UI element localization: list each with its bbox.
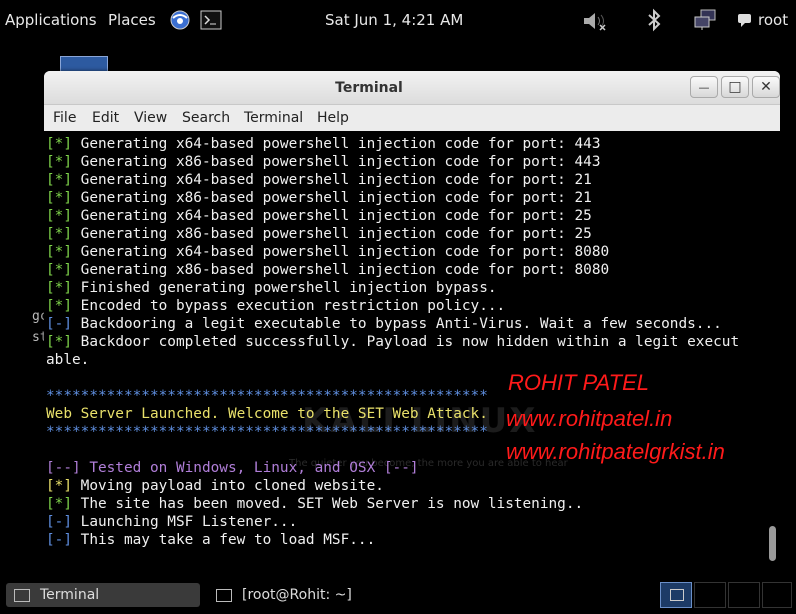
scrollbar-thumb[interactable] <box>769 526 776 561</box>
terminal-lines: [*] Generating x64-based powershell inje… <box>46 135 739 549</box>
terminal-line-text: Generating x86-based powershell injectio… <box>72 154 601 170</box>
minimize-button[interactable]: — <box>690 76 718 98</box>
places-menu[interactable]: Places <box>108 11 156 29</box>
terminal-line: [*] Generating x64-based powershell inje… <box>46 207 739 225</box>
status-tag: [*] <box>46 154 72 170</box>
terminal-line-text: able. <box>46 352 90 368</box>
terminal-line-text: Generating x64-based powershell injectio… <box>72 208 592 224</box>
menu-bar: File Edit View Search Terminal Help <box>44 105 780 131</box>
status-tag: [*] <box>46 190 72 206</box>
terminal-line-text: Finished generating powershell injection… <box>72 280 497 296</box>
workspace-2[interactable] <box>694 582 726 608</box>
terminal-line-text: The site has been moved. SET Web Server … <box>72 496 584 512</box>
minimize-icon: — <box>698 80 710 94</box>
author-site-2: www.rohitpatelgrkist.in <box>506 439 725 464</box>
taskbar-item-label: Terminal <box>40 587 100 603</box>
status-tag: [*] <box>46 226 72 242</box>
user-chat-icon <box>737 12 753 28</box>
status-tag: [*] <box>46 280 72 296</box>
terminal-output[interactable]: KALI LINUX The quieter you become, the m… <box>44 131 780 566</box>
menu-view[interactable]: View <box>134 110 167 126</box>
terminal-line-text: This may take a few to load MSF... <box>72 532 376 548</box>
status-tag: [-] <box>46 316 72 332</box>
terminal-line: [*] Generating x86-based powershell inje… <box>46 153 739 171</box>
menu-terminal[interactable]: Terminal <box>244 110 303 126</box>
window-title: Terminal <box>335 80 403 96</box>
terminal-line: [*] Encoded to bypass execution restrict… <box>46 297 739 315</box>
terminal-line-text: Generating x64-based powershell injectio… <box>72 244 610 260</box>
terminal-line-text: Backdooring a legit executable to bypass… <box>72 316 722 332</box>
status-tag: [*] <box>46 172 72 188</box>
terminal-line-text: Generating x86-based powershell injectio… <box>72 190 592 206</box>
top-panel: Applications Places Sat Jun 1, 4:21 AM r… <box>0 0 796 42</box>
taskbar-item-root-shell[interactable]: [root@Rohit: ~] <box>208 583 428 607</box>
taskbar: Terminal [root@Rohit: ~] <box>0 575 796 614</box>
terminal-line: [-] This may take a few to load MSF... <box>46 531 739 549</box>
applications-menu[interactable]: Applications <box>5 11 97 29</box>
status-tag: [*] <box>46 208 72 224</box>
status-tag: [*] <box>46 136 72 152</box>
terminal-icon <box>14 588 30 602</box>
terminal-line: [*] Backdoor completed successfully. Pay… <box>46 333 739 351</box>
workspace-3[interactable] <box>728 582 760 608</box>
status-tag: [-] <box>46 532 72 548</box>
menu-search[interactable]: Search <box>182 110 230 126</box>
terminal-line: [*] Moving payload into cloned website. <box>46 477 739 495</box>
menu-file[interactable]: File <box>53 110 76 126</box>
title-bar[interactable]: Terminal — □ ✕ <box>44 71 780 105</box>
status-tag: [*] <box>46 244 72 260</box>
terminal-line-text: Generating x86-based powershell injectio… <box>72 262 610 278</box>
status-tag: [*] <box>46 496 72 512</box>
terminal-line: able. <box>46 351 739 369</box>
status-tag: [*] <box>46 298 72 314</box>
author-name: ROHIT PATEL <box>508 370 649 395</box>
status-tag: [*] <box>46 334 72 350</box>
terminal-line: [-] Launching MSF Listener... <box>46 513 739 531</box>
terminal-line-text: Encoded to bypass execution restriction … <box>72 298 506 314</box>
taskbar-item-label: [root@Rohit: ~] <box>242 587 352 603</box>
browser-icon[interactable] <box>169 9 191 31</box>
terminal-launcher-icon[interactable] <box>200 10 222 30</box>
terminal-line: [*] Generating x64-based powershell inje… <box>46 243 739 261</box>
close-icon: ✕ <box>760 79 772 95</box>
workspace-1[interactable] <box>660 582 692 608</box>
user-menu[interactable]: root <box>758 11 788 29</box>
menu-help[interactable]: Help <box>317 110 349 126</box>
status-tag: [*] <box>46 478 72 494</box>
menu-edit[interactable]: Edit <box>92 110 119 126</box>
terminal-line-text: ****************************************… <box>46 388 488 404</box>
terminal-line: [*] Generating x64-based powershell inje… <box>46 171 739 189</box>
terminal-line-text: Generating x64-based powershell injectio… <box>72 136 601 152</box>
terminal-line-text: Generating x64-based powershell injectio… <box>72 172 592 188</box>
clock[interactable]: Sat Jun 1, 4:21 AM <box>325 11 463 29</box>
taskbar-item-terminal[interactable]: Terminal <box>6 583 200 607</box>
terminal-line-text: ****************************************… <box>46 424 488 440</box>
terminal-line: [*] Generating x86-based powershell inje… <box>46 225 739 243</box>
maximize-button[interactable]: □ <box>721 76 749 98</box>
terminal-line-text: Backdoor completed successfully. Payload… <box>72 334 740 350</box>
status-tag: [-] <box>46 514 72 530</box>
terminal-line: [*] Generating x86-based powershell inje… <box>46 189 739 207</box>
volume-muted-icon[interactable] <box>582 10 608 32</box>
terminal-line: [*] Generating x64-based powershell inje… <box>46 135 739 153</box>
maximize-icon: □ <box>728 79 742 95</box>
terminal-line: [*] Generating x86-based powershell inje… <box>46 261 739 279</box>
terminal-line-text: [--] Tested on Windows, Linux, and OSX [… <box>46 460 419 476</box>
terminal-line: [-] Backdooring a legit executable to by… <box>46 315 739 333</box>
terminal-window: Terminal — □ ✕ File Edit View Search Ter… <box>44 71 780 566</box>
terminal-line-text: Generating x86-based powershell injectio… <box>72 226 592 242</box>
terminal-icon <box>216 588 232 602</box>
workspace-4[interactable] <box>762 582 792 608</box>
status-tag: [*] <box>46 262 72 278</box>
network-icon[interactable] <box>693 9 719 31</box>
terminal-icon <box>670 589 684 601</box>
terminal-line: [*] Finished generating powershell injec… <box>46 279 739 297</box>
terminal-line-text: Web Server Launched. Welcome to the SET … <box>46 406 488 422</box>
author-site-1: www.rohitpatel.in <box>506 406 673 431</box>
close-button[interactable]: ✕ <box>752 76 780 98</box>
terminal-line-text: Moving payload into cloned website. <box>72 478 384 494</box>
terminal-line-text: Launching MSF Listener... <box>72 514 298 530</box>
bluetooth-icon[interactable] <box>645 8 663 32</box>
terminal-line: [*] The site has been moved. SET Web Ser… <box>46 495 739 513</box>
